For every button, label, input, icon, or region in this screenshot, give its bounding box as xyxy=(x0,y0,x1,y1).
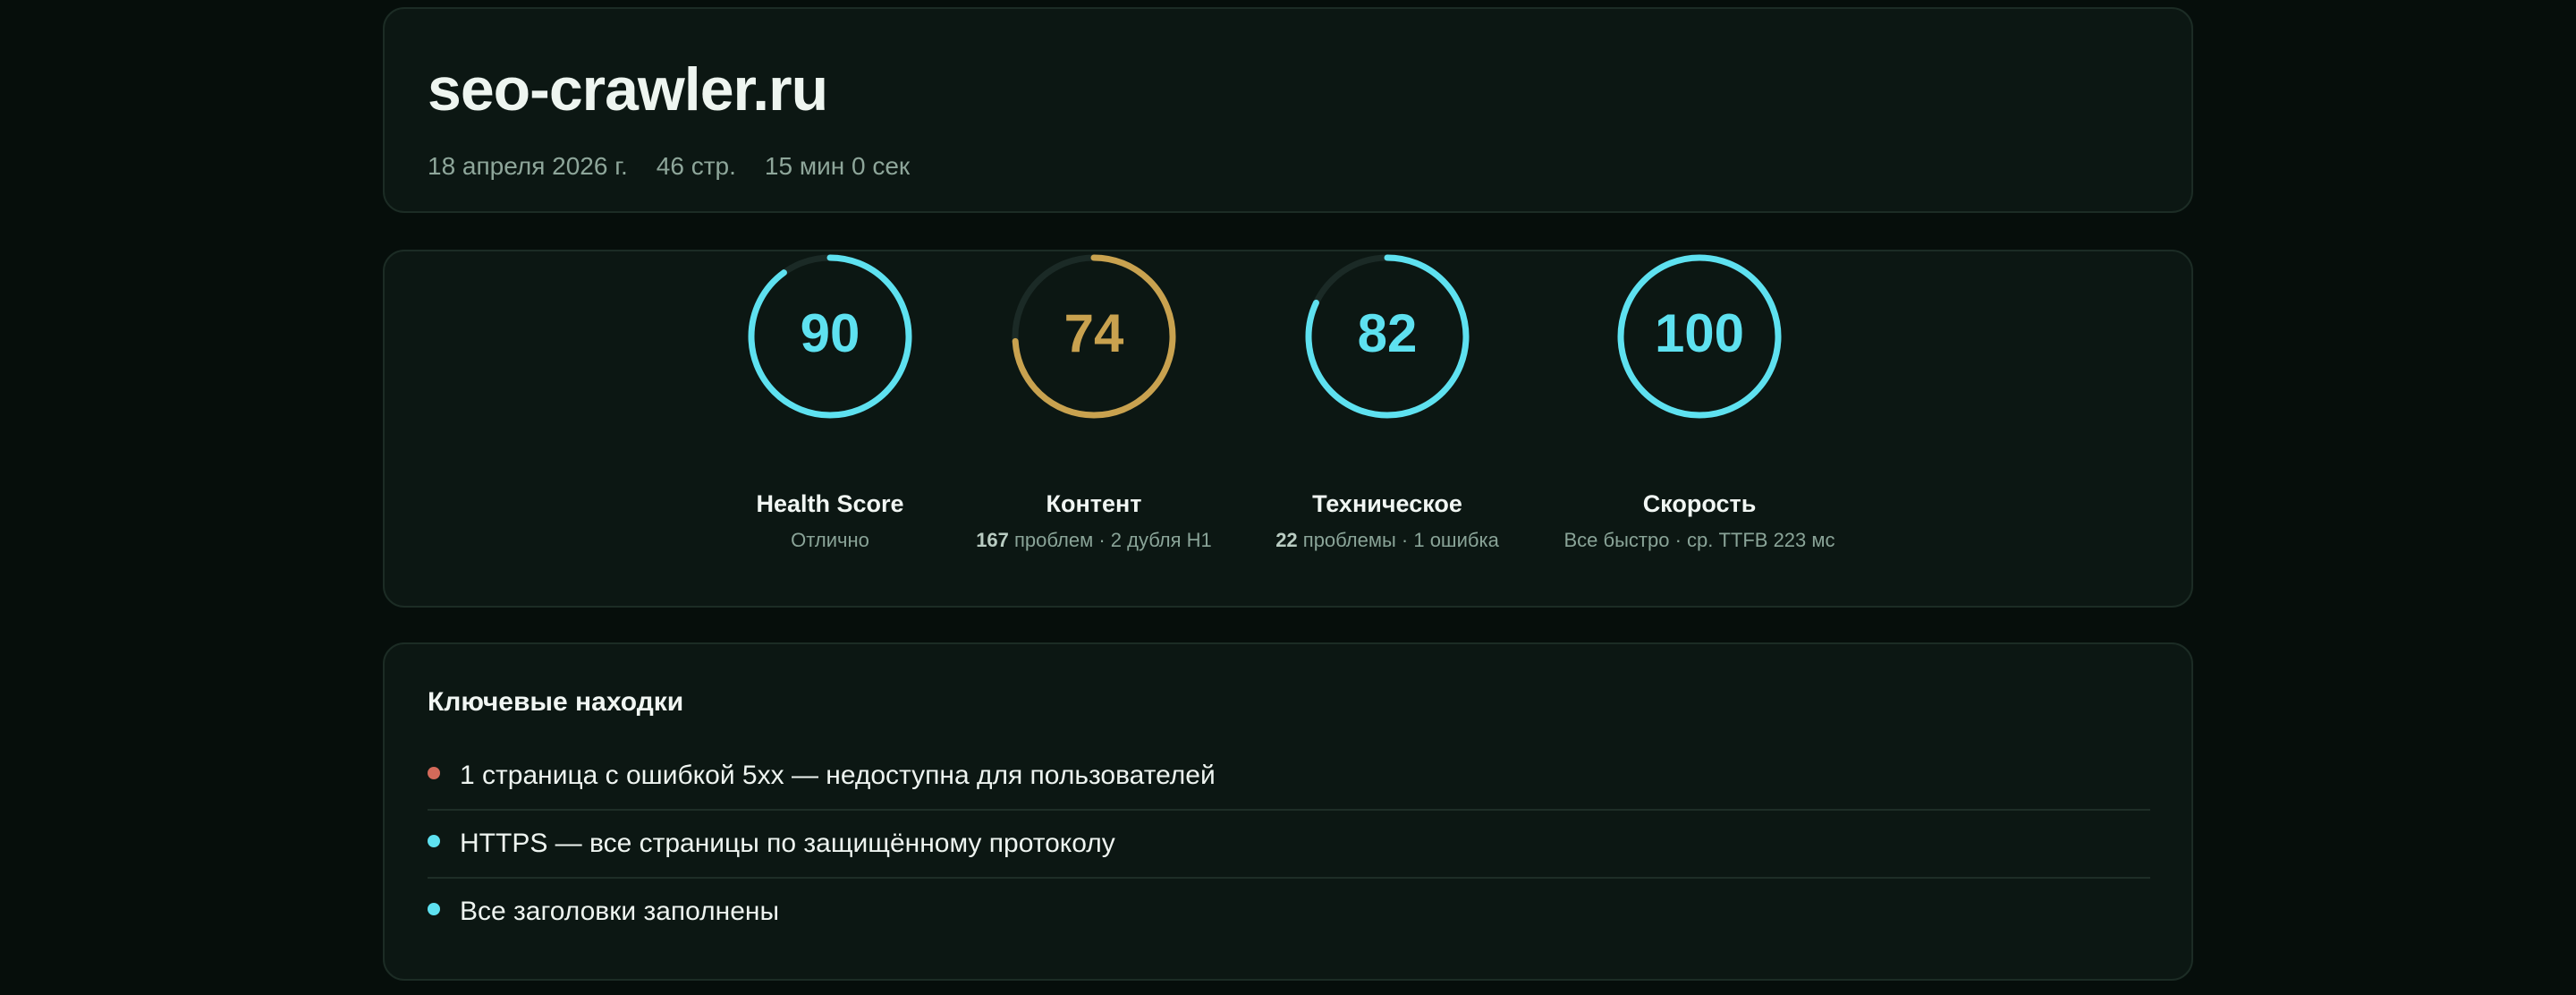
status-dot-error xyxy=(428,767,440,779)
score-subtitle: Все быстро · ср. TTFB 223 мс xyxy=(1563,529,1835,551)
site-title: seo-crawler.ru xyxy=(428,55,828,123)
finding-text: 1 страница с ошибкой 5xx — недоступна дл… xyxy=(460,761,1216,790)
score-speed: 100 Скорость Все быстро · ср. TTFB 223 м… xyxy=(1563,251,1835,551)
status-dot-ok xyxy=(428,903,440,915)
score-value: 74 xyxy=(1063,303,1124,363)
score-technical: 82 Техническое 22 проблемы · 1 ошибка xyxy=(1275,251,1499,551)
score-value: 82 xyxy=(1357,303,1418,363)
score-value: 90 xyxy=(800,303,860,363)
finding-text: Все заголовки заполнены xyxy=(460,897,780,926)
report-header-card: seo-crawler.ru 18 апреля 2026 г. 46 стр.… xyxy=(383,7,2193,213)
report-meta: 18 апреля 2026 г. 46 стр. 15 мин 0 сек xyxy=(428,152,910,181)
key-findings-card: Ключевые находки 1 страница с ошибкой 5x… xyxy=(383,642,2193,981)
score-value: 100 xyxy=(1654,303,1745,363)
finding-item: HTTPS — все страницы по защищённому прот… xyxy=(428,811,2150,877)
finding-item: Все заголовки заполнены xyxy=(428,879,2150,945)
key-findings-title: Ключевые находки xyxy=(428,687,684,717)
status-dot-ok xyxy=(428,835,440,847)
scores-card: 90 Health Score Отлично 74 Контент 167 п… xyxy=(383,250,2193,608)
score-health: 90 Health Score Отлично xyxy=(745,251,915,551)
report-pages-count: 46 стр. xyxy=(656,152,736,180)
score-content: 74 Контент 167 проблем · 2 дубля H1 xyxy=(976,251,1212,551)
report-duration: 15 мин 0 сек xyxy=(764,152,911,180)
report-date: 18 апреля 2026 г. xyxy=(428,152,628,180)
finding-text: HTTPS — все страницы по защищённому прот… xyxy=(460,829,1115,858)
finding-item: 1 страница с ошибкой 5xx — недоступна дл… xyxy=(428,743,2150,809)
score-label: Скорость xyxy=(1642,490,1757,517)
